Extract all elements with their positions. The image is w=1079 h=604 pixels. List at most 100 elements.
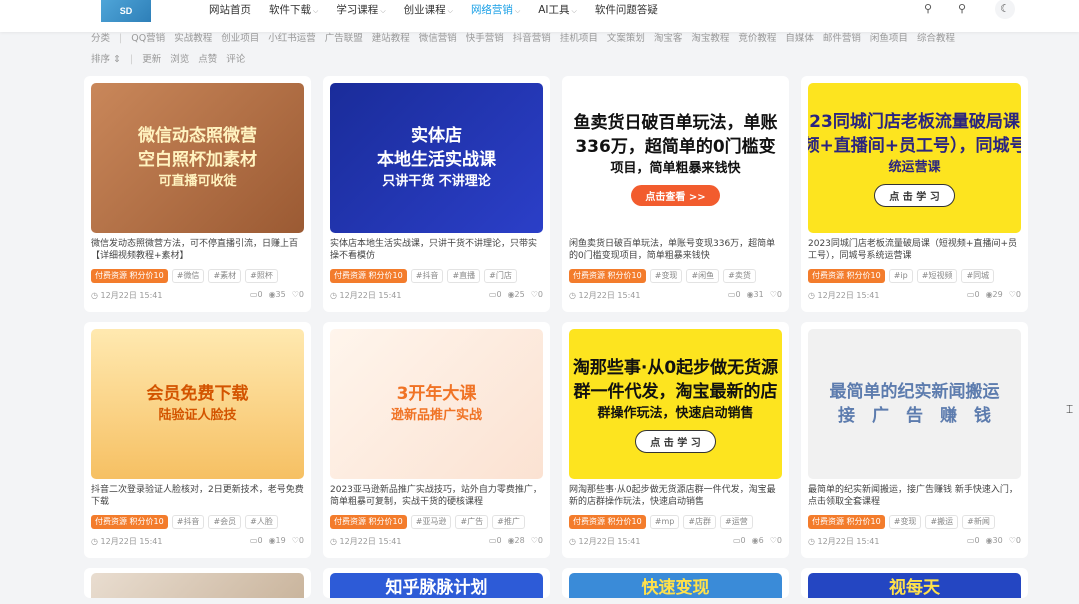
category-filter-item[interactable]: 抖音营销 xyxy=(513,32,551,46)
post-tag[interactable]: #照杯 xyxy=(245,269,278,283)
category-filter-item[interactable]: 微信营销 xyxy=(419,32,457,46)
post-card[interactable]: 视每天 xyxy=(801,568,1028,598)
post-thumbnail[interactable] xyxy=(91,573,304,598)
bulb-icon[interactable]: ⚲ xyxy=(921,2,935,16)
post-thumbnail[interactable]: 会员免费下载 陆验证人脸技 xyxy=(91,329,304,479)
post-card[interactable] xyxy=(84,568,311,598)
post-thumbnail[interactable]: 知乎脉脉计划 xyxy=(330,573,543,598)
category-filter-item[interactable]: 淘宝教程 xyxy=(691,32,729,46)
post-tag[interactable]: #直播 xyxy=(447,269,481,283)
search-icon[interactable]: ⚲ xyxy=(955,2,969,16)
thumbnail-text: 会员免费下载 xyxy=(146,384,249,404)
post-tags: 付费资源 积分价10 #mp #店群 #运营 xyxy=(569,515,753,529)
post-tag[interactable]: #变现 xyxy=(888,515,922,529)
category-filter-item[interactable]: 文案策划 xyxy=(607,32,645,46)
post-thumbnail[interactable]: 鱼卖货日破百单玩法，单账 336万，超简单的0门槛变 项目，简单粗暴来钱快 点击查看 … xyxy=(569,83,782,233)
chevron-down-icon: ⌵ xyxy=(514,7,521,15)
post-card[interactable]: 最简单的纪实新闻搬运接 广 告 赚 钱最简单的纪实新闻搬运，接广告赚钱 新手快速… xyxy=(801,322,1028,558)
post-tag[interactable]: #素材 xyxy=(208,269,242,283)
post-title[interactable]: 微信发动态照微营方法，可不停直播引流，日赚上百【详细视频教程+素材】 xyxy=(91,238,304,262)
post-title[interactable]: 实体店本地生活实战课，只讲干货不讲理论，只带实操不看模仿 xyxy=(330,238,543,262)
post-tag[interactable]: #ip xyxy=(888,269,913,283)
post-tag[interactable]: #搬运 xyxy=(925,515,959,529)
post-thumbnail[interactable]: 23同城门店老板流量破局课 频+直播间+员工号），同城号 统运营课点 击 学 习 xyxy=(808,83,1021,233)
post-tag[interactable]: #会员 xyxy=(208,515,242,529)
category-filter-item[interactable]: 快手营销 xyxy=(466,32,504,46)
post-tag[interactable]: #变现 xyxy=(649,269,683,283)
post-tag[interactable]: #人脸 xyxy=(245,515,278,529)
category-filter-item[interactable]: 闲鱼项目 xyxy=(870,32,908,46)
post-tag[interactable]: #短视频 xyxy=(916,269,958,283)
sort-option[interactable]: 点赞 xyxy=(198,53,217,67)
post-card[interactable]: 淘那些事·从0起步做无货源 群一件代发，淘宝最新的店 群操作玩法，快速启动销售点 击… xyxy=(562,322,789,558)
post-title[interactable]: 2023同城门店老板流量破局课（短视频+直播间+员工号），同城号系统运营课 xyxy=(808,238,1021,262)
post-card[interactable]: 快速变现 xyxy=(562,568,789,598)
post-tag[interactable]: #抖音 xyxy=(171,515,205,529)
post-thumbnail[interactable]: 实体店 本地生活实战课 只讲干货 不讲理论 xyxy=(330,83,543,233)
post-tag[interactable]: #同城 xyxy=(961,269,995,283)
category-filter-item[interactable]: 综合教程 xyxy=(917,32,955,46)
post-card[interactable]: 3开年大课 逊新品推广实战 2023亚马逊新品推广实战技巧，站外自力零费推广，简单粗… xyxy=(323,322,550,558)
post-thumbnail[interactable]: 微信动态照微营 空白照杯加素材 可直播可收徒 xyxy=(91,83,304,233)
post-date: ◷ 12月22日 15:41 xyxy=(569,291,641,300)
post-title[interactable]: 抖音二次登录验证人脸核对，2日更新技术，老号免费下载 xyxy=(91,484,304,508)
category-filter-item[interactable]: QQ营销 xyxy=(131,32,165,46)
sort-option[interactable]: 浏览 xyxy=(170,53,189,67)
sort-option[interactable]: 评论 xyxy=(226,53,245,67)
post-thumbnail[interactable]: 最简单的纪实新闻搬运接 广 告 赚 钱 xyxy=(808,329,1021,479)
post-card[interactable]: 知乎脉脉计划 xyxy=(323,568,550,598)
category-filter-item[interactable]: 淘宝客 xyxy=(654,32,683,46)
category-filter-item[interactable]: 小红书运营 xyxy=(268,32,316,46)
post-card[interactable]: 实体店 本地生活实战课 只讲干货 不讲理论实体店本地生活实战课，只讲干货不讲理论，只… xyxy=(323,76,550,312)
post-tag[interactable]: #广告 xyxy=(455,515,489,529)
category-filter-item[interactable]: 创业项目 xyxy=(221,32,259,46)
nav-item[interactable]: AI工具 ⌵ xyxy=(529,2,586,18)
post-thumbnail[interactable]: 淘那些事·从0起步做无货源 群一件代发，淘宝最新的店 群操作玩法，快速启动销售点 击… xyxy=(569,329,782,479)
view-count: ◉29 xyxy=(985,290,1003,299)
moon-icon[interactable]: ☾ xyxy=(995,0,1015,19)
sort-filter-row: 排序 ⇕ | 更新 浏览 点赞 评论 xyxy=(91,53,964,67)
nav-item[interactable]: 软件下载 ⌵ xyxy=(260,2,327,18)
thumbnail-text: 可直播可收徒 xyxy=(158,174,237,189)
post-card[interactable]: 23同城门店老板流量破局课 频+直播间+员工号），同城号 统运营课点 击 学 习 20… xyxy=(801,76,1028,312)
category-filter-item[interactable]: 竞价教程 xyxy=(738,32,776,46)
category-filter-item[interactable]: 建站教程 xyxy=(372,32,410,46)
site-logo[interactable]: SD xyxy=(101,0,151,22)
post-title[interactable]: 最简单的纪实新闻搬运，接广告赚钱 新手快速入门，点击领取全套课程 xyxy=(808,484,1021,508)
category-filter-item[interactable]: 实战教程 xyxy=(174,32,212,46)
post-meta: ◷ 12月22日 15:41 ▭0 ◉30 ♡0 xyxy=(808,536,1021,547)
post-tag[interactable]: #新闻 xyxy=(962,515,995,529)
post-thumbnail[interactable]: 快速变现 xyxy=(569,573,782,598)
post-tag[interactable]: #门店 xyxy=(484,269,517,283)
post-card[interactable]: 鱼卖货日破百单玩法，单账 336万，超简单的0门槛变 项目，简单粗暴来钱快 点击查看 … xyxy=(562,76,789,312)
post-tag[interactable]: #mp xyxy=(649,515,680,529)
post-thumbnail[interactable]: 3开年大课 逊新品推广实战 xyxy=(330,329,543,479)
nav-item[interactable]: 创业课程 ⌵ xyxy=(395,2,462,18)
post-card[interactable]: 会员免费下载 陆验证人脸技 抖音二次登录验证人脸核对，2日更新技术，老号免费下载 付费… xyxy=(84,322,311,558)
post-card[interactable]: 微信动态照微营 空白照杯加素材 可直播可收徒微信发动态照微营方法，可不停直播引流，日… xyxy=(84,76,311,312)
post-tag[interactable]: #亚马逊 xyxy=(410,515,452,529)
post-tag[interactable]: #运营 xyxy=(720,515,753,529)
comment-count: ▭0 xyxy=(733,536,746,545)
category-filter-item[interactable]: 广告联盟 xyxy=(325,32,363,46)
post-title[interactable]: 网淘那些事·从0起步做无货源店群一件代发，淘宝最新的店群操作玩法，快速启动销售 xyxy=(569,484,782,508)
post-stats: ▭0 ◉29 ♡0 xyxy=(961,290,1021,301)
post-title[interactable]: 闲鱼卖货日破百单玩法，单账号变现336万，超简单的0门槛变现项目，简单粗暴来钱快 xyxy=(569,238,782,262)
category-filter-item[interactable]: 挂机项目 xyxy=(560,32,598,46)
nav-item[interactable]: 网站首页 xyxy=(200,2,260,18)
sort-option[interactable]: 更新 xyxy=(142,53,161,67)
category-filter-item[interactable]: 邮件营销 xyxy=(823,32,861,46)
nav-item[interactable]: 软件问题答疑 xyxy=(586,2,667,18)
post-tag[interactable]: #店群 xyxy=(683,515,717,529)
post-tag[interactable]: #卖货 xyxy=(723,269,756,283)
post-tag[interactable]: #推广 xyxy=(492,515,525,529)
post-thumbnail[interactable]: 视每天 xyxy=(808,573,1021,598)
nav-item[interactable]: 学习课程 ⌵ xyxy=(327,2,394,18)
post-tag[interactable]: #抖音 xyxy=(410,269,444,283)
category-filter-item[interactable]: 自媒体 xyxy=(785,32,814,46)
nav-item[interactable]: 网络营销 ⌵ xyxy=(462,2,529,18)
post-title[interactable]: 2023亚马逊新品推广实战技巧，站外自力零费推广，简单粗暴可复制，实战干货的硬核… xyxy=(330,484,543,508)
post-tag[interactable]: #微信 xyxy=(171,269,205,283)
chevron-down-icon: ⌵ xyxy=(571,7,577,15)
post-tag[interactable]: #闲鱼 xyxy=(686,269,720,283)
